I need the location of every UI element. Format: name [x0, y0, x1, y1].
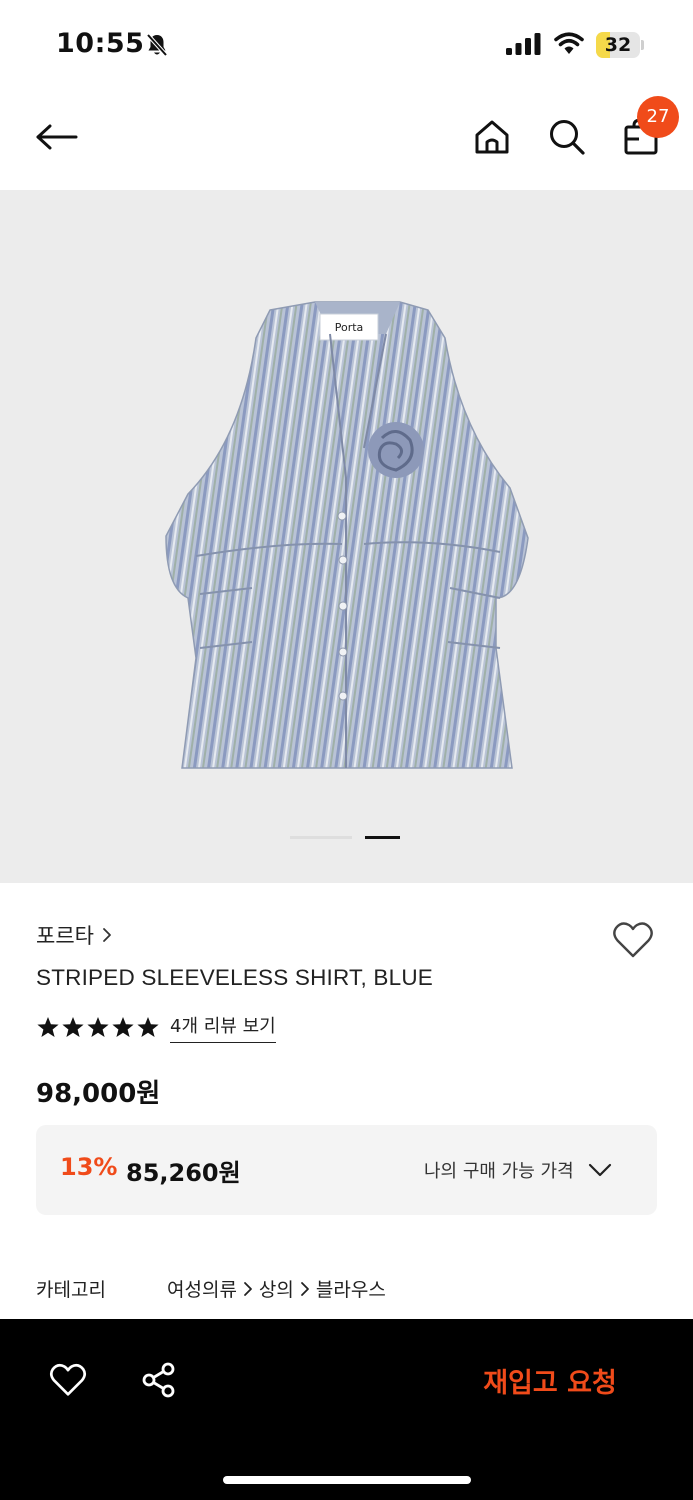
rating-row: 4개 리뷰 보기: [36, 1012, 276, 1043]
star-icon: [87, 1017, 109, 1037]
status-time: 10:55: [56, 28, 145, 59]
home-indicator: [223, 1476, 471, 1484]
original-price: 98,000원: [36, 1079, 161, 1109]
brand-link[interactable]: 포르타: [36, 920, 112, 950]
status-bar: 10:55 32: [0, 0, 693, 90]
product-name: STRIPED SLEEVELESS SHIRT, BLUE: [36, 965, 433, 990]
search-button[interactable]: [544, 114, 590, 160]
cart-count-badge: 27: [637, 96, 679, 138]
category-title: 카테고리: [36, 1279, 106, 1301]
battery-level: 32: [604, 34, 632, 56]
chevron-right-icon: [103, 928, 111, 942]
my-price-toggle[interactable]: 나의 구매 가능 가격: [424, 1149, 612, 1191]
search-icon: [550, 120, 585, 155]
category-crumb-3[interactable]: 블라우스: [316, 1275, 386, 1302]
brand-label-text: Porta: [335, 321, 364, 334]
battery-icon: 32: [596, 32, 644, 58]
brand-name: 포르타: [36, 924, 94, 948]
battery-body: 32: [596, 32, 640, 58]
gallery-page-indicator-2[interactable]: [365, 836, 400, 839]
wifi-icon: [554, 32, 584, 60]
restock-request-button[interactable]: 재입고 요청: [460, 1355, 640, 1405]
gallery-page-indicator-1[interactable]: [290, 836, 352, 839]
heart-icon: [49, 1363, 87, 1396]
review-link[interactable]: 4개 리뷰 보기: [170, 1012, 276, 1043]
star-icon: [112, 1017, 134, 1037]
discount-rate: 13%: [60, 1153, 118, 1181]
category-crumb-2[interactable]: 상의: [259, 1275, 294, 1302]
chevron-right-icon: [243, 1281, 253, 1297]
wishlist-button[interactable]: [610, 918, 656, 962]
category-row: 카테고리 여성의류 상의 블라우스: [36, 1275, 386, 1302]
rating-stars: [36, 1016, 160, 1039]
product-image-gallery[interactable]: Porta: [0, 190, 693, 883]
star-icon: [62, 1017, 84, 1037]
chevron-down-icon: [588, 1163, 611, 1177]
bottom-action-bar: 재입고 요청: [0, 1319, 693, 1500]
star-icon: [37, 1017, 59, 1037]
battery-cap: [641, 40, 644, 50]
back-button[interactable]: [32, 114, 82, 160]
share-button[interactable]: [138, 1359, 180, 1401]
top-navigation: [0, 90, 693, 190]
chevron-right-icon: [300, 1281, 310, 1297]
product-image: Porta: [165, 301, 529, 769]
bell-off-icon: [146, 33, 168, 61]
back-arrow-icon: [36, 124, 78, 150]
bottom-wishlist-button[interactable]: [46, 1359, 90, 1401]
star-icon: [137, 1017, 159, 1037]
category-crumb-1[interactable]: 여성의류: [167, 1275, 237, 1302]
share-icon: [142, 1362, 175, 1398]
home-button[interactable]: [470, 114, 514, 160]
signal-icon: [506, 33, 542, 59]
discount-price-box: 13% 85,260원 나의 구매 가능 가격: [36, 1125, 657, 1215]
discount-price: 85,260원: [126, 1159, 241, 1187]
home-icon: [475, 120, 509, 154]
my-price-label: 나의 구매 가능 가격: [424, 1161, 574, 1182]
heart-icon: [613, 922, 653, 958]
